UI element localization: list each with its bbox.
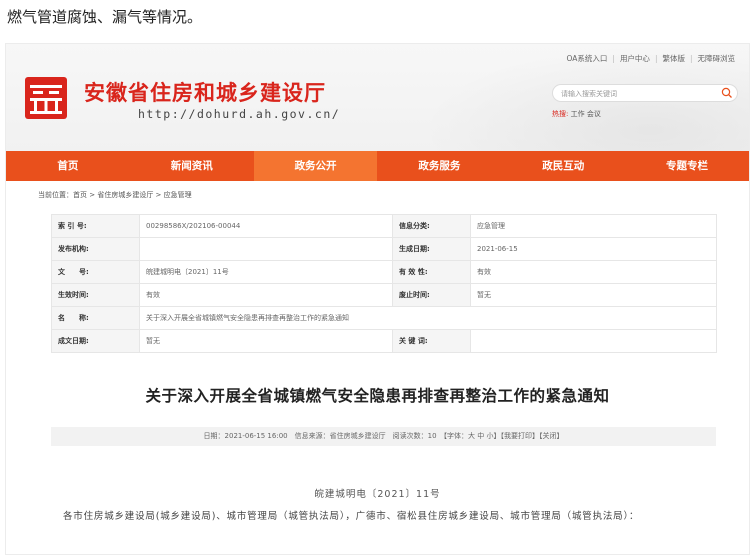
oa-link[interactable]: OA系统入口	[567, 54, 608, 63]
index-value: 00298586X/202106-00044	[139, 214, 393, 238]
site-title: 安徽省住房和城乡建设厅	[84, 81, 326, 105]
traditional-chinese-link[interactable]: 繁体版	[662, 54, 685, 63]
document-title: 关于深入开展全省城镇燃气安全隐患再排查再整治工作的紧急通知	[145, 387, 610, 405]
keyword-value	[470, 329, 717, 353]
user-center-link[interactable]: 用户中心	[620, 54, 650, 63]
breadcrumb: 当前位置：首页 > 省住房城乡建设厅 > 应急管理	[38, 191, 192, 199]
table-row: 文 号: 皖建城明电〔2021〕11号 有 效 性: 有效	[51, 260, 717, 284]
site-url: http://dohurd.ah.gov.cn/	[138, 107, 341, 121]
logo-icon	[25, 77, 67, 119]
site-header: OA系统入口 | 用户中心 | 繁体版 | 无障碍浏览 安徽省住房和城乡建设厅 http:/…	[6, 44, 749, 151]
nav-special-topics[interactable]: 专题专栏	[625, 151, 749, 181]
search-box	[552, 84, 738, 102]
nav-home[interactable]: 首页	[6, 151, 130, 181]
document-number: 皖建城明电〔2021〕11号	[314, 489, 441, 500]
hot-search-label: 热搜:	[552, 110, 569, 118]
nav-government-services[interactable]: 政务服务	[377, 151, 501, 181]
created-value: 2021-06-15	[470, 237, 717, 261]
expire-label: 废止时间:	[392, 283, 471, 307]
hot-word-work[interactable]: 工作	[571, 110, 585, 118]
hot-word-meeting[interactable]: 会议	[587, 110, 601, 118]
docno-value: 皖建城明电〔2021〕11号	[139, 260, 393, 284]
top-links: OA系统入口 | 用户中心 | 繁体版 | 无障碍浏览	[566, 54, 736, 63]
expire-value: 暂无	[470, 283, 717, 307]
docno-label: 文 号:	[51, 260, 140, 284]
document-meta-bar: 日期：2021-06-15 16:00 信息来源：省住房城乡建设厅 阅读次数：1…	[51, 427, 716, 446]
nav-interaction[interactable]: 政民互动	[501, 151, 625, 181]
table-row: 成文日期: 暂无 关 键 词:	[51, 329, 717, 353]
table-row: 发布机构: 生成日期: 2021-06-15	[51, 237, 717, 261]
category-value: 应急管理	[470, 214, 717, 238]
search-icon[interactable]	[721, 87, 733, 99]
effective-label: 生效时间:	[51, 283, 140, 307]
keyword-label: 关 键 词:	[392, 329, 471, 353]
nav-news[interactable]: 新闻资讯	[130, 151, 254, 181]
main-nav: 首页 新闻资讯 政务公开 政务服务 政民互动 专题专栏	[6, 151, 749, 181]
publisher-value	[139, 237, 393, 261]
document-info-table: 索 引 号: 00298586X/202106-00044 信息分类: 应急管理…	[51, 214, 717, 353]
table-row: 索 引 号: 00298586X/202106-00044 信息分类: 应急管理	[51, 214, 717, 238]
table-row: 名 称: 关于深入开展全省城镇燃气安全隐患再排查再整治工作的紧急通知	[51, 306, 717, 330]
created-label: 生成日期:	[392, 237, 471, 261]
publisher-label: 发布机构:	[51, 237, 140, 261]
hot-search: 热搜: 工作 会议	[552, 109, 601, 119]
category-label: 信息分类:	[392, 214, 471, 238]
name-value: 关于深入开展全省城镇燃气安全隐患再排查再整治工作的紧急通知	[139, 306, 717, 330]
accessibility-link[interactable]: 无障碍浏览	[698, 54, 736, 63]
nav-government-affairs[interactable]: 政务公开	[253, 151, 378, 181]
effective-value: 有效	[139, 283, 393, 307]
article-caption: 燃气管道腐蚀、漏气等情况。	[7, 8, 203, 26]
validity-value: 有效	[470, 260, 717, 284]
table-row: 生效时间: 有效 废止时间: 暂无	[51, 283, 717, 307]
written-label: 成文日期:	[51, 329, 140, 353]
index-label: 索 引 号:	[51, 214, 140, 238]
written-value: 暂无	[139, 329, 393, 353]
search-input[interactable]	[561, 88, 711, 99]
validity-label: 有 效 性:	[392, 260, 471, 284]
name-label: 名 称:	[51, 306, 140, 330]
website-screenshot: OA系统入口 | 用户中心 | 繁体版 | 无障碍浏览 安徽省住房和城乡建设厅 http:/…	[5, 43, 750, 555]
document-body: 各市住房城乡建设局(城乡建设局)、城市管理局（城管执法局），广德市、宿松县住房城…	[63, 511, 640, 522]
